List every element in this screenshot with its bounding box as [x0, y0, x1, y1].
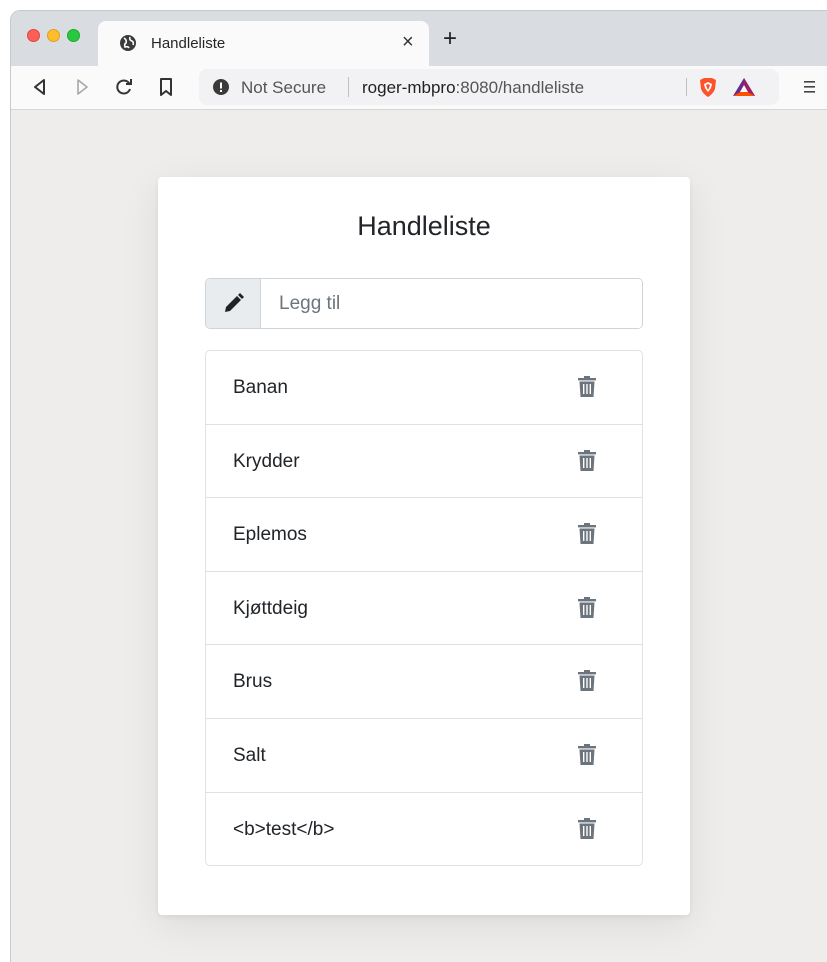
item-label: <b>test</b>: [233, 818, 335, 840]
shopping-list: Banan Krydder Eplemos Kjøttdeig Brus Sal…: [205, 350, 643, 866]
add-item-group: [205, 278, 643, 329]
url-host: roger-mbpro: [362, 78, 456, 97]
browser-tab[interactable]: Handleliste ×: [98, 21, 429, 66]
trash-icon[interactable]: [578, 670, 596, 692]
hamburger-menu-icon[interactable]: [803, 76, 817, 98]
globe-icon: [120, 35, 136, 51]
item-label: Brus: [233, 671, 273, 693]
shopping-list-card: Handleliste Banan: [158, 177, 690, 915]
security-label: Not Secure: [241, 78, 327, 97]
list-item: Salt: [206, 719, 642, 793]
item-label: Krydder: [233, 450, 300, 472]
title-bar: Handleliste × +: [11, 11, 827, 66]
pencil-icon: [225, 293, 244, 312]
zoom-window-button[interactable]: [67, 29, 80, 42]
input-addon: [206, 279, 261, 328]
list-item: Eplemos: [206, 498, 642, 572]
list-item: Krydder: [206, 425, 642, 499]
trash-icon[interactable]: [578, 743, 596, 765]
close-window-button[interactable]: [27, 29, 40, 42]
trash-icon[interactable]: [578, 376, 596, 397]
trash-icon[interactable]: [578, 596, 596, 618]
page-title: Handleliste: [357, 211, 491, 241]
address-bar[interactable]: Not Secure roger-mbpro:8080/handleliste: [199, 69, 779, 105]
minimize-window-button[interactable]: [47, 29, 60, 42]
list-item: Brus: [206, 645, 642, 719]
page-content: Handleliste Banan: [11, 111, 827, 962]
new-tab-button[interactable]: +: [443, 27, 457, 51]
trash-icon[interactable]: [578, 449, 596, 471]
brave-rewards-icon[interactable]: [732, 77, 756, 97]
item-label: Eplemos: [233, 524, 307, 546]
list-item: Banan: [206, 351, 642, 425]
item-label: Banan: [233, 377, 288, 398]
extension-divider: [686, 78, 687, 96]
bookmark-icon[interactable]: [155, 76, 177, 98]
url-divider: [348, 77, 349, 97]
list-item: Kjøttdeig: [206, 572, 642, 646]
url-text[interactable]: roger-mbpro:8080/handleliste: [362, 78, 584, 98]
tab-title: Handleliste: [151, 35, 226, 52]
info-icon[interactable]: [213, 79, 229, 95]
list-item: <b>test</b>: [206, 793, 642, 865]
add-item-input[interactable]: [261, 279, 642, 328]
brave-shields-icon[interactable]: [697, 76, 719, 98]
back-icon[interactable]: [29, 76, 51, 98]
forward-icon[interactable]: [71, 76, 93, 98]
browser-window: Handleliste × + Not Secure roger-mbpro:8…: [10, 10, 827, 962]
browser-toolbar: Not Secure roger-mbpro:8080/handleliste: [11, 66, 827, 110]
trash-icon[interactable]: [578, 817, 596, 839]
tab-close-icon[interactable]: ×: [402, 30, 414, 54]
item-label: Kjøttdeig: [233, 597, 308, 619]
item-label: Salt: [233, 744, 266, 766]
trash-icon[interactable]: [578, 523, 596, 545]
reload-icon[interactable]: [113, 76, 135, 98]
url-path: :8080/handleliste: [455, 78, 585, 97]
